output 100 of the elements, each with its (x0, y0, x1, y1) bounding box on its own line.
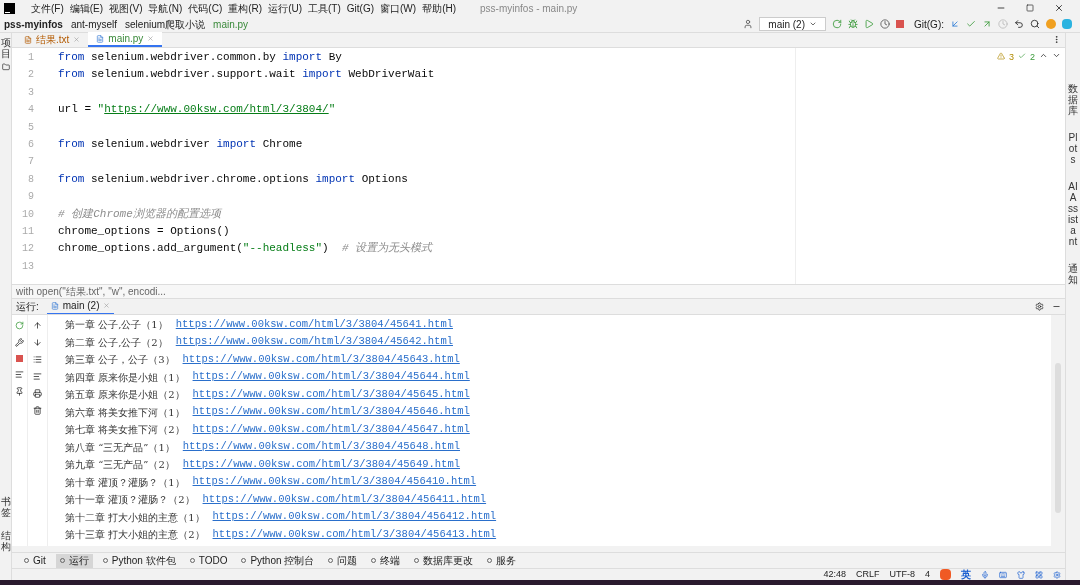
maximize-icon[interactable] (1026, 4, 1034, 12)
chapter-link[interactable]: https://www.00ksw.com/html/3/3804/45643.html (182, 351, 460, 368)
tool-tab[interactable]: Python 软件包 (98, 553, 180, 568)
chapter-link[interactable]: https://www.00ksw.com/html/3/3804/45641.html (175, 316, 453, 333)
search-icon[interactable] (1030, 19, 1040, 29)
rerun-icon[interactable] (832, 19, 842, 29)
next-icon[interactable] (1052, 51, 1061, 60)
commit-icon[interactable] (966, 19, 976, 29)
window-title: pss-myinfos - main.py (480, 1, 578, 16)
grid-icon[interactable] (1035, 570, 1043, 579)
settings-icon[interactable] (1035, 302, 1044, 311)
print-icon[interactable] (33, 389, 42, 398)
tool-tab[interactable]: TODO (185, 553, 232, 568)
chapter-link[interactable]: https://www.00ksw.com/html/3/3804/45645.html (192, 386, 470, 403)
editor-tab[interactable]: 结果.txt (16, 32, 89, 47)
app-logo-icon (4, 2, 15, 14)
code-line: from selenium.webdriver.support.wait import WebDriverWait (58, 67, 435, 83)
breadcrumb-item[interactable]: pss-myinfos (4, 16, 63, 32)
pin-icon[interactable] (15, 387, 24, 396)
chapter-title: 第五章 原来你是小姐（2） (65, 388, 185, 403)
run-config-dropdown[interactable]: main (2) (759, 17, 826, 31)
menu-item[interactable]: 工具(T) (308, 0, 341, 16)
tool-tab[interactable]: Python 控制台 (237, 553, 319, 568)
menu-item[interactable]: 帮助(H) (422, 0, 457, 16)
folder-icon[interactable] (1, 63, 10, 71)
tool-window-tab[interactable]: AI Assistant (1068, 181, 1078, 247)
chapter-link[interactable]: https://www.00ksw.com/html/3/3804/45646.html (192, 404, 470, 421)
line-number: 11 (21, 225, 34, 240)
caret-icon (809, 20, 817, 28)
push-icon[interactable] (982, 19, 992, 29)
menu-item[interactable]: 代码(C) (188, 0, 223, 16)
undo-icon[interactable] (1014, 19, 1024, 29)
breadcrumb-item[interactable]: main.py (213, 16, 249, 32)
ime-mode[interactable]: 英 (961, 567, 971, 582)
chapter-title: 第九章 “三无产品”（2） (65, 458, 175, 473)
tool-window-tab[interactable]: Plots (1068, 132, 1078, 165)
chapter-link[interactable]: https://www.00ksw.com/html/3/3804/45648.html (182, 439, 460, 456)
menu-item[interactable]: 文件(F) (31, 0, 64, 16)
tool-tab[interactable]: 运行 (55, 553, 93, 568)
user-icon[interactable] (743, 19, 754, 29)
code-line: url = "https://www.00ksw.com/html/3/3804/" (58, 102, 336, 118)
chapter-link[interactable]: https://www.00ksw.com/html/3/3804/45642.html (175, 334, 453, 351)
menu-item[interactable]: Git(G) (346, 0, 375, 16)
chapter-link[interactable]: https://www.00ksw.com/html/3/3804/456413.html (212, 526, 497, 543)
menu-item[interactable]: 视图(V) (109, 0, 143, 16)
chapter-link[interactable]: https://www.00ksw.com/html/3/3804/45644.html (192, 369, 470, 386)
chapter-link[interactable]: https://www.00ksw.com/html/3/3804/456410.html (192, 474, 477, 491)
status-item[interactable]: UTF-8 (889, 567, 915, 582)
tool-tab[interactable]: 问题 (324, 553, 362, 568)
status-item[interactable]: 42:48 (823, 567, 846, 582)
project-tab[interactable]: 项目 (0, 37, 11, 59)
chapter-title: 第三章 公子，公子（3） (65, 353, 175, 368)
git-label: Git(G): (914, 17, 944, 32)
more-icon[interactable] (1052, 35, 1061, 44)
trash-icon[interactable] (33, 406, 42, 415)
status-item[interactable]: 4 (925, 567, 930, 582)
tool-window-tab[interactable]: 数据库 (1068, 83, 1078, 116)
breadcrumb-item[interactable]: ant-myself (70, 16, 118, 32)
code-context: with open("结果.txt", "w", encodi... (16, 285, 166, 299)
warning-count[interactable]: 3 (1008, 51, 1014, 65)
down-icon[interactable] (33, 338, 42, 347)
tool-tab[interactable]: 数据库更改 (410, 553, 478, 568)
python-file-icon (50, 301, 59, 310)
status-item[interactable]: CRLF (855, 567, 880, 582)
rerun-icon[interactable] (15, 321, 24, 330)
keyboard-icon[interactable] (999, 570, 1007, 579)
bug-icon[interactable] (848, 19, 858, 29)
update-badge-icon[interactable] (1046, 19, 1056, 29)
wrench-icon[interactable] (15, 338, 24, 347)
chapter-link[interactable]: https://www.00ksw.com/html/3/3804/45647.html (192, 421, 470, 438)
chapter-title: 第一章 公子,公子（1） (65, 318, 168, 333)
wrap-icon[interactable] (33, 355, 42, 364)
chapter-link[interactable]: https://www.00ksw.com/html/3/3804/456412.html (212, 509, 497, 526)
chapter-link[interactable]: https://www.00ksw.com/html/3/3804/45649.html (182, 456, 460, 473)
menu-item[interactable]: 运行(U) (268, 0, 303, 16)
close-icon[interactable] (1054, 3, 1064, 13)
up-icon[interactable] (33, 321, 42, 330)
editor-tab[interactable]: main.py (88, 32, 163, 47)
menu-item[interactable]: 导航(N) (148, 0, 183, 16)
breadcrumb-item[interactable]: selenium爬取小说 (125, 16, 206, 32)
tool-window-tab[interactable]: 书签 (0, 496, 11, 518)
chapter-link[interactable]: https://www.00ksw.com/html/3/3804/456411.html (202, 491, 487, 508)
tool-tab[interactable]: Git (20, 553, 50, 568)
shirt-icon[interactable] (1017, 570, 1025, 579)
tool-tab[interactable]: 服务 (483, 553, 521, 568)
menu-item[interactable]: 编辑(E) (69, 0, 104, 16)
run-icon[interactable] (864, 19, 874, 29)
microphone-icon[interactable] (981, 570, 989, 579)
settings-icon[interactable] (1053, 570, 1061, 579)
menu-item[interactable]: 重构(R) (228, 0, 263, 16)
update-icon[interactable] (950, 19, 960, 29)
code-line: from selenium.webdriver import Chrome (58, 136, 303, 152)
tool-window-tab[interactable]: 结构 (0, 530, 11, 552)
previous-icon[interactable] (1039, 51, 1048, 60)
menu-item[interactable]: 窗口(W) (380, 0, 417, 16)
code-line: chrome_options.add_argument("--headless") # 设置为无头模式 (58, 241, 433, 257)
tool-tab[interactable]: 终端 (367, 553, 405, 568)
check-count[interactable]: 2 (1030, 51, 1035, 65)
tool-window-tab[interactable]: 通知 (1068, 263, 1078, 285)
close-tab-icon[interactable] (147, 35, 155, 42)
